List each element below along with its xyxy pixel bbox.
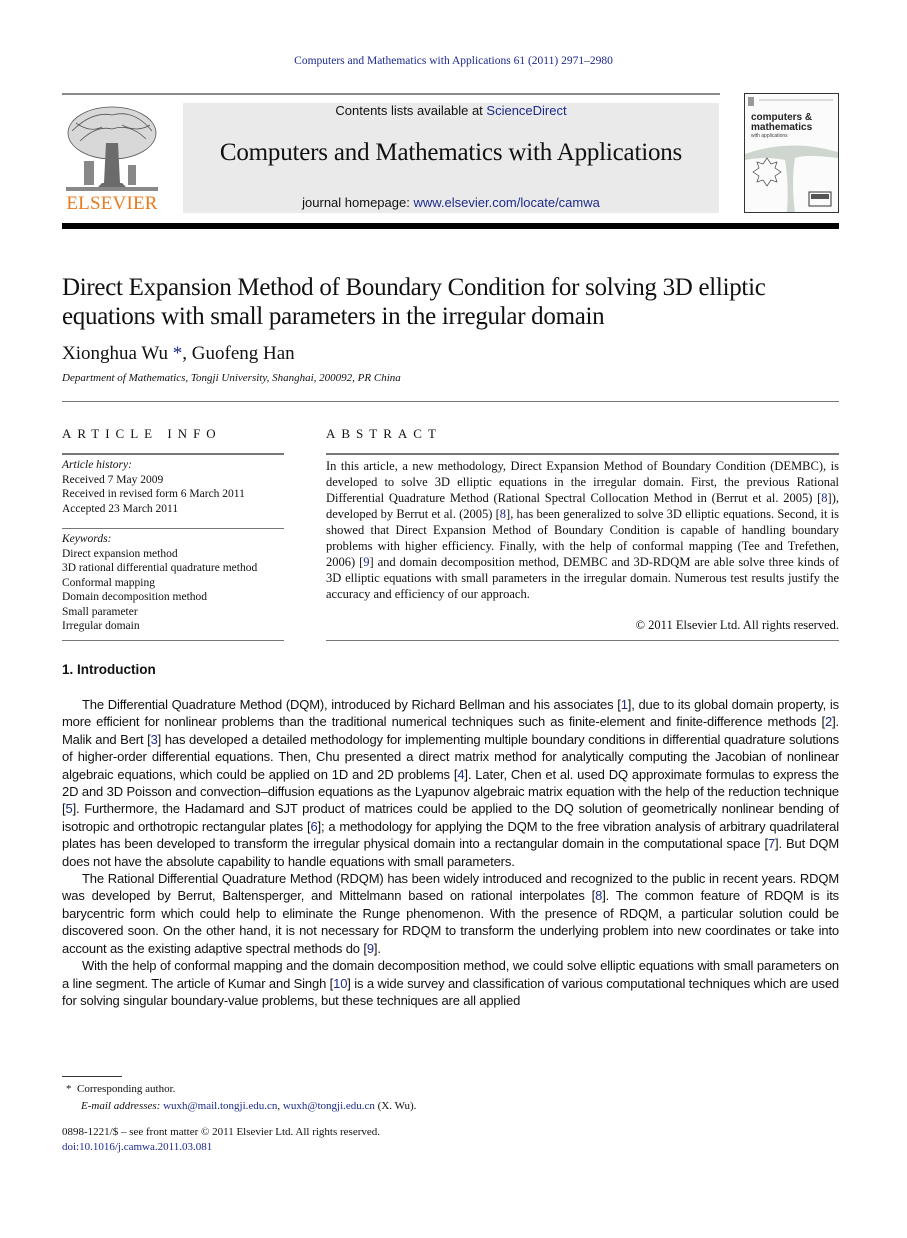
citation-link[interactable]: 3 xyxy=(151,732,158,747)
article-title: Direct Expansion Method of Boundary Cond… xyxy=(62,274,766,330)
footnote-rule xyxy=(62,1076,122,1077)
issn-line: 0898-1221/$ – see front matter © 2011 El… xyxy=(62,1126,381,1138)
keywords-label: Keywords: xyxy=(62,533,112,545)
sciencedirect-link[interactable]: ScienceDirect xyxy=(486,103,566,118)
email-link[interactable]: wuxh@tongji.edu.cn xyxy=(283,1100,375,1112)
history-label: Article history: xyxy=(62,459,132,471)
journal-cover-thumbnail[interactable]: computers & mathematics with application… xyxy=(744,93,839,213)
divider xyxy=(62,640,284,641)
divider xyxy=(62,453,284,455)
paragraph: The Rational Differential Quadrature Met… xyxy=(62,870,839,957)
footnote-mark: * xyxy=(66,1083,72,1095)
email-owner: (X. Wu). xyxy=(374,1100,417,1112)
doi-link[interactable]: doi:10.1016/j.camwa.2011.03.081 xyxy=(62,1140,380,1155)
cover-line3: with applications xyxy=(751,133,788,139)
divider xyxy=(62,401,839,402)
keyword-item: Small parameter xyxy=(62,605,138,618)
cover-line2: mathematics xyxy=(751,122,813,133)
masthead-thick-rule xyxy=(62,223,839,229)
divider xyxy=(62,528,284,529)
corresponding-author-mark[interactable]: * xyxy=(173,343,183,364)
citation-link[interactable]: 1 xyxy=(621,697,628,712)
keyword-item: Conformal mapping xyxy=(62,576,155,589)
paragraph: The Differential Quadrature Method (DQM)… xyxy=(62,696,839,870)
citation-link[interactable]: 5 xyxy=(65,801,72,816)
abstract-copyright: © 2011 Elsevier Ltd. All rights reserved… xyxy=(635,618,839,632)
abstract-segment: In this article, a new methodology, Dire… xyxy=(326,459,839,505)
divider xyxy=(326,453,839,455)
text-segment: The Differential Quadrature Method (DQM)… xyxy=(82,697,621,712)
running-head[interactable]: Computers and Mathematics with Applicati… xyxy=(0,55,907,67)
email-link[interactable]: wuxh@mail.tongji.edu.cn xyxy=(163,1100,277,1112)
journal-title: Computers and Mathematics with Applicati… xyxy=(219,139,683,166)
author-separator: , xyxy=(182,343,192,364)
affiliation: Department of Mathematics, Tongji Univer… xyxy=(62,372,401,384)
citation-link[interactable]: 2 xyxy=(825,714,832,729)
contents-line: Contents lists available at ScienceDirec… xyxy=(183,103,719,118)
journal-homepage-link[interactable]: www.elsevier.com/locate/camwa xyxy=(413,195,599,210)
introduction-body: The Differential Quadrature Method (DQM)… xyxy=(62,696,839,1009)
corresponding-author-note: * Corresponding author. xyxy=(66,1081,416,1098)
history-item: Received in revised form 6 March 2011 xyxy=(62,488,245,500)
cover-image-icon: computers & mathematics with application… xyxy=(745,94,838,212)
history-item: Received 7 May 2009 xyxy=(62,473,164,486)
homepage-prefix: journal homepage: xyxy=(302,195,414,210)
text-segment: ]. xyxy=(373,940,381,956)
author-name[interactable]: Guofeng Han xyxy=(192,343,295,364)
issn-block: 0898-1221/$ – see front matter © 2011 El… xyxy=(62,1125,380,1155)
keyword-item: Direct expansion method xyxy=(62,547,178,560)
email-label: E-mail addresses: xyxy=(81,1100,164,1112)
section-heading-introduction: 1. Introduction xyxy=(62,662,156,677)
top-rule xyxy=(62,93,720,95)
citation-link[interactable]: 6 xyxy=(310,819,317,834)
abstract-text: In this article, a new methodology, Dire… xyxy=(326,458,839,602)
homepage-line: journal homepage: www.elsevier.com/locat… xyxy=(183,195,719,210)
footnote: * Corresponding author. E-mail addresses… xyxy=(66,1081,416,1115)
keywords: Keywords: Direct expansion method 3D rat… xyxy=(62,532,292,634)
corresponding-author-text: Corresponding author. xyxy=(77,1083,176,1095)
elsevier-wordmark: ELSEVIER xyxy=(66,193,158,214)
paragraph: With the help of conformal mapping and t… xyxy=(62,957,839,1009)
citation-link[interactable]: 9 xyxy=(367,941,374,956)
email-addresses: E-mail addresses: wuxh@mail.tongji.edu.c… xyxy=(66,1098,416,1115)
divider xyxy=(326,640,839,641)
keyword-item: Irregular domain xyxy=(62,620,140,632)
keyword-item: Domain decomposition method xyxy=(62,591,208,603)
history-item: Accepted 23 March 2011 xyxy=(62,502,179,515)
article-info-heading: ARTICLE INFO xyxy=(62,426,222,441)
keyword-item: 3D rational differential quadrature meth… xyxy=(62,562,258,574)
citation-link[interactable]: 7 xyxy=(768,836,775,851)
tree-icon xyxy=(66,106,158,191)
abstract-segment: ] and domain decomposition method, DEMBC… xyxy=(326,555,839,601)
author-list: Xionghua Wu *, Guofeng Han xyxy=(62,343,295,365)
article-history: Article history: Received 7 May 2009 Rec… xyxy=(62,458,287,516)
author-name[interactable]: Xionghua Wu xyxy=(62,343,168,364)
citation-link[interactable]: 10 xyxy=(333,976,347,991)
abstract-heading: ABSTRACT xyxy=(326,426,442,441)
contents-prefix: Contents lists available at xyxy=(335,103,487,118)
